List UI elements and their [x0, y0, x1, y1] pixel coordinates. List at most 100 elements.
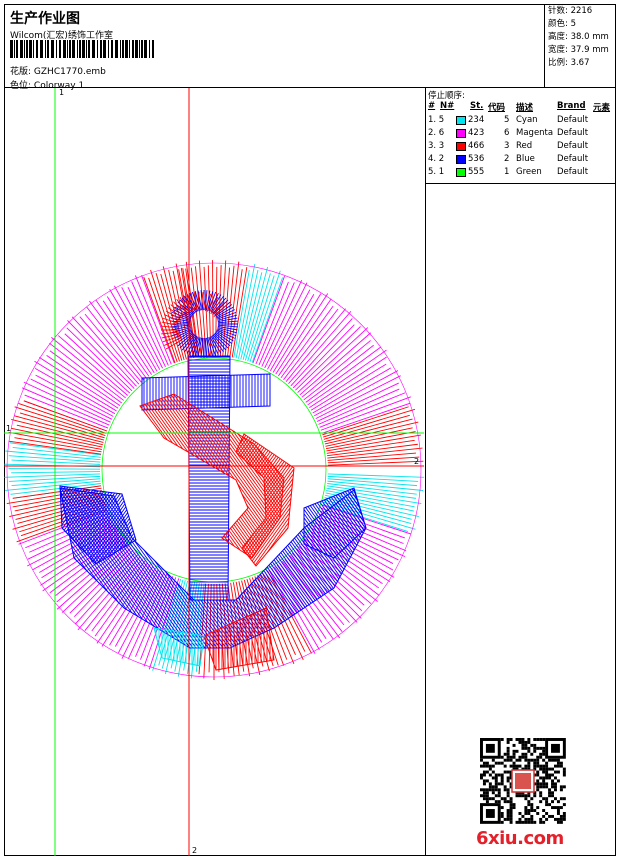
stop-row-code: 2: [504, 154, 510, 164]
qr-module: [545, 773, 549, 777]
qr-module: [551, 791, 554, 795]
qr-module: [509, 817, 513, 821]
qr-module: [494, 779, 498, 783]
qr-module: [521, 755, 525, 759]
stop-row-description: Cyan: [516, 115, 538, 125]
stitch: [350, 488, 366, 648]
qr-finder-core: [485, 809, 495, 818]
qr-module: [503, 788, 507, 792]
qr-module: [515, 738, 519, 741]
stitch: [414, 88, 424, 788]
stop-row-brand: Default: [557, 128, 589, 138]
barcode-bar: [51, 40, 54, 58]
barcode-bar: [10, 40, 13, 58]
qr-module: [536, 806, 540, 810]
qr-module: [562, 770, 566, 774]
stitch: [390, 88, 424, 788]
stitch: [408, 88, 424, 788]
stop-row: 5. 1 555 1 Green Default: [426, 167, 616, 180]
qr-module: [500, 782, 504, 786]
qr-module: [518, 820, 522, 824]
qr-module: [551, 782, 554, 786]
page-title: 生产作业图: [10, 11, 80, 27]
stitch: [365, 488, 366, 558]
barcode-bar: [45, 40, 46, 58]
design-canvas: 1 1 2 2: [4, 88, 426, 856]
qr-module: [545, 782, 549, 786]
qr-module: [497, 794, 501, 798]
qr-module: [515, 794, 519, 798]
barcode-bar: [33, 40, 34, 58]
qr-module: [527, 803, 531, 807]
qr-module: [527, 800, 531, 804]
qr-module: [539, 820, 543, 824]
qr-module: [521, 738, 525, 741]
qr-module: [488, 764, 492, 768]
qr-module: [536, 746, 540, 750]
barcode-bar: [26, 40, 28, 58]
stitch: [423, 88, 424, 788]
qr-module: [545, 767, 549, 771]
v-red-axis-label: 2: [192, 846, 198, 855]
qr-module: [482, 794, 486, 798]
qr-module: [485, 779, 489, 783]
stitch: [329, 488, 366, 558]
qr-module: [497, 788, 501, 792]
stop-row: 4. 2 536 2 Blue Default: [426, 154, 616, 167]
stitch: [4, 88, 119, 788]
stitch: [326, 439, 415, 454]
stitch: [320, 488, 366, 558]
col-header-brand: Brand: [557, 101, 586, 111]
stop-row-stitches: 234: [468, 115, 485, 125]
qr-module: [562, 773, 566, 777]
color-swatch: [456, 168, 466, 177]
qr-module: [518, 758, 522, 762]
qr-module: [515, 758, 519, 762]
qr-module: [527, 758, 531, 762]
qr-module: [542, 764, 546, 768]
qr-module: [518, 817, 522, 821]
qr-module: [542, 820, 546, 824]
stop-row-index: 4. 2: [428, 154, 445, 164]
qr-module: [542, 797, 546, 801]
qr-module: [556, 800, 560, 804]
qr-module: [539, 764, 543, 768]
barcode-bar: [122, 40, 124, 58]
stitch: [396, 88, 424, 788]
stitch: [408, 88, 424, 788]
qr-module: [530, 797, 534, 801]
qr-module: [533, 794, 537, 798]
stitch: [369, 88, 424, 788]
barcode-bar: [36, 40, 38, 58]
qr-module: [551, 785, 554, 789]
qr-module: [556, 761, 560, 765]
col-header-code: 代码: [488, 103, 506, 113]
stop-row-index: 5. 1: [428, 167, 445, 177]
qr-module: [542, 767, 546, 771]
qr-module: [494, 794, 498, 798]
qr-module: [506, 776, 510, 780]
stitch: [347, 488, 366, 558]
stitch: [317, 488, 366, 648]
stitch: [405, 88, 424, 788]
barcode-bar: [82, 40, 85, 58]
qr-logo: [515, 773, 531, 789]
stitch: [321, 88, 424, 788]
qr-module: [527, 809, 531, 812]
barcode-bar: [63, 40, 66, 58]
stitch: [314, 488, 366, 558]
qr-module: [536, 738, 540, 741]
qr-module: [480, 788, 483, 792]
qr-module: [482, 779, 486, 783]
stitch: [405, 88, 424, 788]
qr-module: [500, 797, 504, 801]
barcode-bar: [152, 40, 154, 58]
qr-module: [527, 746, 531, 750]
stop-row-index: 3. 3: [428, 141, 445, 151]
qr-module: [551, 779, 554, 783]
qr-module: [548, 788, 552, 792]
qr-module: [542, 809, 546, 812]
qr-module: [506, 812, 510, 815]
stitch: [321, 88, 424, 788]
barcode-bar: [67, 40, 68, 58]
